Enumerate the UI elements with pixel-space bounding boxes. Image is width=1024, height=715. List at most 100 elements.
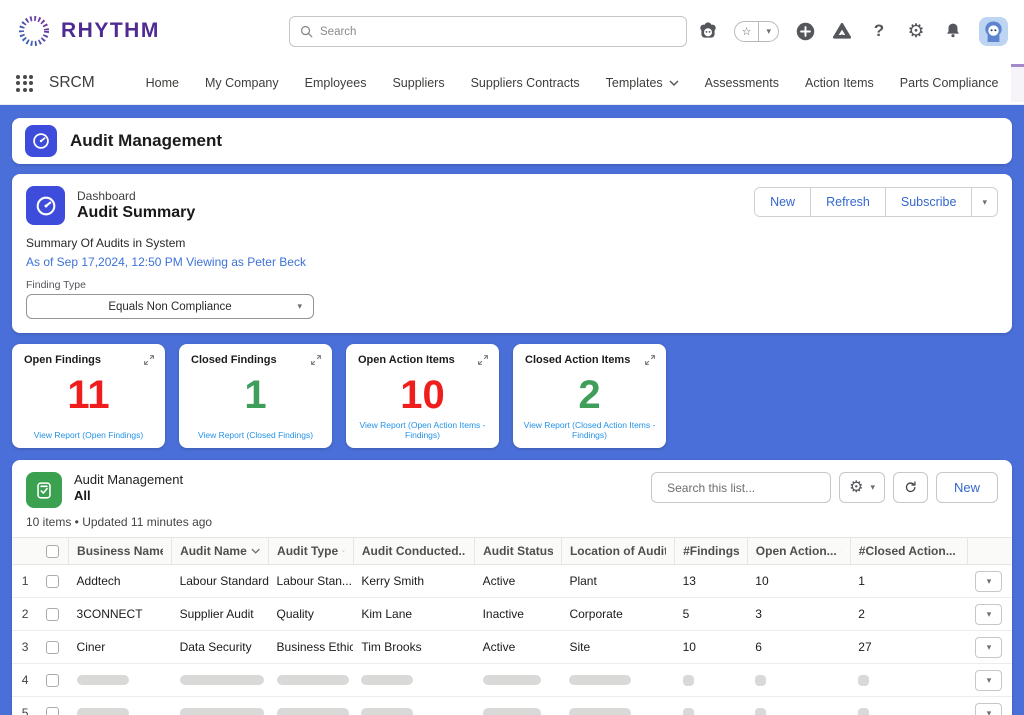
view-report-link[interactable]: View Report (Closed Action Items - Findi… <box>513 420 666 440</box>
skeleton-cell <box>475 697 562 715</box>
dashboard-gauge-icon <box>26 186 65 225</box>
app-navigation-bar: SRCM Home My Company Employees Suppliers… <box>0 62 1024 105</box>
column-header-business-name[interactable]: Business Name <box>69 538 172 565</box>
caret-down-icon: ▾ <box>870 483 875 492</box>
list-refresh-button[interactable] <box>893 472 928 503</box>
metric-value: 2 <box>525 375 654 415</box>
dashboard-kicker: Dashboard <box>77 189 195 203</box>
skeleton-cell <box>850 664 967 697</box>
view-report-link[interactable]: View Report (Open Action Items - Finding… <box>346 420 499 440</box>
tab-suppliers[interactable]: Suppliers <box>379 64 457 102</box>
dashboard-description: Summary Of Audits in System <box>26 236 998 250</box>
dashboard-as-of-link[interactable]: As of Sep 17,2024, 12:50 PM Viewing as P… <box>26 255 998 269</box>
metric-value: 10 <box>358 375 487 415</box>
metric-closed-action-items: Closed Action Items 2 View Report (Close… <box>513 344 666 448</box>
rhythm-logo-icon <box>16 13 52 49</box>
tab-action-items[interactable]: Action Items <box>792 64 887 102</box>
gear-icon: ⚙ <box>849 480 863 496</box>
notifications-bell-icon[interactable] <box>942 20 964 42</box>
brand-logo[interactable]: RHYTHM <box>16 13 160 49</box>
skeleton-cell <box>353 664 474 697</box>
metric-value: 11 <box>24 375 153 415</box>
global-search-input[interactable] <box>320 26 676 38</box>
metric-cards: Open Findings 11 View Report (Open Findi… <box>12 344 1012 448</box>
metric-closed-findings: Closed Findings 1 View Report (Closed Fi… <box>179 344 332 448</box>
expand-icon[interactable] <box>309 353 323 372</box>
list-entity-name: Audit Management <box>74 472 183 487</box>
more-actions-button[interactable]: ▾ <box>971 188 997 216</box>
table-header-row: Business Name Audit Name Audit Type Audi… <box>12 538 1012 565</box>
view-report-link[interactable]: View Report (Closed Findings) <box>179 430 332 440</box>
select-all-checkbox[interactable] <box>38 538 68 565</box>
audit-table: Business Name Audit Name Audit Type Audi… <box>12 537 1012 715</box>
tab-home[interactable]: Home <box>133 64 192 102</box>
view-report-link[interactable]: View Report (Open Findings) <box>12 430 165 440</box>
favorite-star-icon[interactable]: ☆ <box>735 22 759 41</box>
new-button[interactable]: New <box>755 188 810 216</box>
filter-label: Finding Type <box>26 279 998 291</box>
tab-audit-management[interactable]: Audit Management <box>1011 64 1024 102</box>
user-avatar[interactable] <box>979 17 1008 46</box>
global-search[interactable] <box>289 16 687 47</box>
global-actions-icon[interactable] <box>794 20 816 42</box>
column-header-audit-status[interactable]: Audit Status <box>475 538 562 565</box>
tab-assessments[interactable]: Assessments <box>692 64 792 102</box>
subscribe-button[interactable]: Subscribe <box>885 188 972 216</box>
refresh-button[interactable]: Refresh <box>810 188 885 216</box>
audit-management-gauge-icon <box>25 125 57 157</box>
tab-my-company[interactable]: My Company <box>192 64 292 102</box>
row-checkbox[interactable] <box>38 697 68 715</box>
page-title: Audit Management <box>70 131 222 151</box>
list-search[interactable] <box>651 472 831 503</box>
column-header-findings[interactable]: #Findings <box>675 538 748 565</box>
table-row[interactable]: 3 Ciner Data Security Business Ethics Ti… <box>12 631 1012 664</box>
help-icon[interactable]: ? <box>868 20 890 42</box>
row-actions-button[interactable]: ▾ <box>975 703 1002 715</box>
list-new-button[interactable]: New <box>936 472 998 503</box>
finding-type-filter-select[interactable]: Equals Non Compliance ▾ <box>26 294 314 319</box>
list-settings-button[interactable]: ⚙ ▾ <box>839 472 885 503</box>
nav-tabs: Home My Company Employees Suppliers Supp… <box>133 64 1024 102</box>
skeleton-cell <box>561 697 674 715</box>
row-actions-button[interactable]: ▾ <box>975 637 1002 658</box>
global-header: RHYTHM ☆ ▾ <box>0 0 1024 62</box>
row-actions-button[interactable]: ▾ <box>975 670 1002 691</box>
favorites-list-button[interactable]: ▾ <box>758 22 778 41</box>
expand-icon[interactable] <box>142 353 156 372</box>
tab-templates[interactable]: Templates <box>593 64 692 102</box>
expand-icon[interactable] <box>476 353 490 372</box>
list-view-name[interactable]: All <box>74 488 183 503</box>
expand-icon[interactable] <box>643 353 657 372</box>
row-number-header <box>12 538 38 565</box>
table-row[interactable]: 2 3CONNECT Supplier Audit Quality Kim La… <box>12 598 1012 631</box>
setup-gear-icon[interactable]: ⚙ <box>905 20 927 42</box>
trailhead-icon[interactable] <box>831 20 853 42</box>
app-launcher-icon[interactable] <box>16 75 33 92</box>
column-header-audit-name[interactable]: Audit Name <box>172 538 269 565</box>
sort-chevron-icon <box>251 548 260 554</box>
row-checkbox[interactable] <box>38 664 68 697</box>
tab-employees[interactable]: Employees <box>292 64 380 102</box>
tab-parts-compliance[interactable]: Parts Compliance <box>887 64 1012 102</box>
tab-suppliers-contracts[interactable]: Suppliers Contracts <box>458 64 593 102</box>
row-actions-button[interactable]: ▾ <box>975 571 1002 592</box>
column-header-audit-conducted[interactable]: Audit Conducted... <box>353 538 474 565</box>
column-header-open-action[interactable]: Open Action... <box>747 538 850 565</box>
row-checkbox[interactable] <box>38 565 68 598</box>
row-checkbox[interactable] <box>38 598 68 631</box>
refresh-icon <box>903 480 918 495</box>
einstein-icon[interactable] <box>697 20 719 42</box>
table-row-loading: 5 ▾ <box>12 697 1012 715</box>
list-search-input[interactable] <box>667 481 822 495</box>
list-controls: ⚙ ▾ New <box>651 472 998 503</box>
row-actions-button[interactable]: ▾ <box>975 604 1002 625</box>
column-header-audit-type[interactable]: Audit Type <box>269 538 354 565</box>
page-content: Audit Management Dashboard Audit Summary… <box>0 105 1024 715</box>
page-title-card: Audit Management <box>12 118 1012 164</box>
column-header-closed-action[interactable]: #Closed Action... <box>850 538 967 565</box>
table-row-loading: 4 ▾ <box>12 664 1012 697</box>
app-name[interactable]: SRCM <box>49 74 95 92</box>
row-checkbox[interactable] <box>38 631 68 664</box>
column-header-location-of-audit[interactable]: Location of Audit <box>561 538 674 565</box>
table-row[interactable]: 1 Addtech Labour Standard Labour Stan...… <box>12 565 1012 598</box>
